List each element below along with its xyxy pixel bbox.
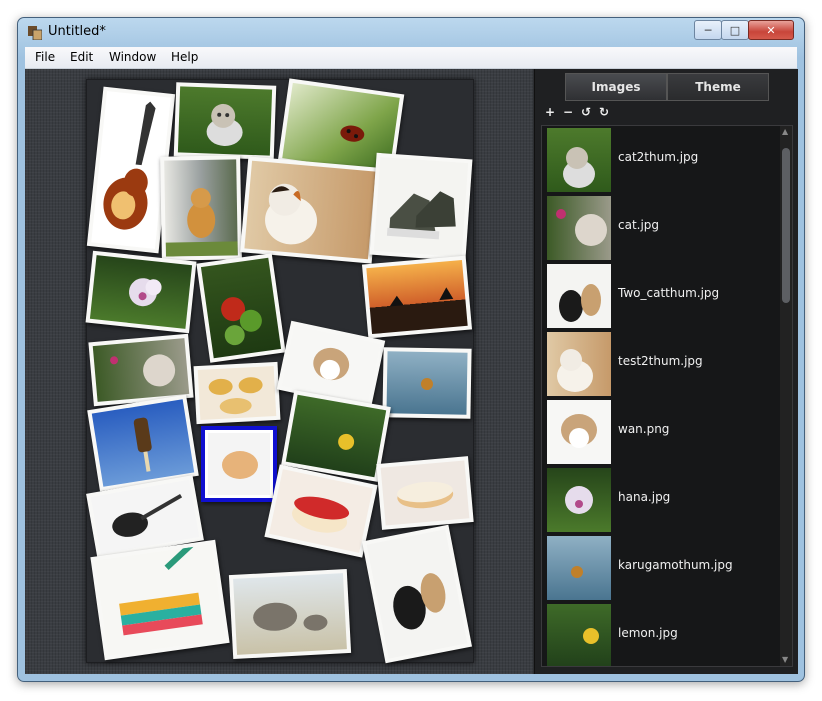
collage-canvas[interactable]: [25, 69, 533, 674]
add-image-button[interactable]: +: [543, 105, 557, 119]
window-title: Untitled*: [48, 24, 106, 39]
list-item[interactable]: wan.png: [542, 398, 776, 466]
photo-stationery[interactable]: [90, 539, 230, 661]
menu-edit[interactable]: Edit: [70, 50, 93, 64]
photo-calico-cat[interactable]: [240, 156, 380, 264]
menu-file[interactable]: File: [35, 50, 55, 64]
file-name: lemon.jpg: [618, 626, 678, 640]
file-name: wan.png: [618, 422, 670, 436]
minimize-button[interactable]: ─: [694, 20, 722, 40]
file-name: hana.jpg: [618, 490, 671, 504]
thumbnail: [547, 332, 611, 396]
list-item[interactable]: hana.jpg: [542, 466, 776, 534]
thumbnail: [547, 264, 611, 328]
menu-bar: File Edit Window Help: [25, 47, 797, 69]
side-panel: Images Theme + − ↺ ↻ cat2thum.jpg cat.jp…: [534, 69, 798, 674]
thumbnail: [547, 196, 611, 260]
list-item[interactable]: cat2thum.jpg: [542, 126, 776, 194]
list-item[interactable]: karugamothum.jpg: [542, 534, 776, 602]
photo-cat-grass[interactable]: [173, 82, 277, 160]
app-icon: [28, 26, 42, 40]
menu-help[interactable]: Help: [171, 50, 198, 64]
tab-theme[interactable]: Theme: [667, 73, 769, 101]
tab-images[interactable]: Images: [565, 73, 667, 101]
client-area: File Edit Window Help Images Theme + − ↺…: [25, 47, 798, 674]
list-item[interactable]: cat.jpg: [542, 194, 776, 262]
photo-tomatoes[interactable]: [196, 253, 286, 363]
file-name: cat2thum.jpg: [618, 150, 699, 164]
photo-two-cats[interactable]: [361, 524, 473, 664]
app-window: Untitled* ─ □ ✕ File Edit Window Help Im…: [17, 17, 805, 682]
remove-image-button[interactable]: −: [561, 105, 575, 119]
photo-cats-sunset[interactable]: [361, 255, 473, 339]
rotate-right-button[interactable]: ↻: [597, 105, 611, 119]
photo-elephants[interactable]: [228, 568, 352, 660]
menu-window[interactable]: Window: [109, 50, 156, 64]
close-button[interactable]: ✕: [748, 20, 794, 40]
file-name: karugamothum.jpg: [618, 558, 733, 572]
scroll-down-arrow-icon[interactable]: ▼: [782, 656, 790, 664]
thumbnail: [547, 536, 611, 600]
title-bar[interactable]: Untitled* ─ □ ✕: [18, 18, 804, 46]
photo-pastries[interactable]: [193, 361, 281, 425]
photo-sneakers[interactable]: [369, 152, 473, 262]
scroll-up-arrow-icon[interactable]: ▲: [782, 128, 790, 136]
photo-cat-window[interactable]: [160, 155, 242, 261]
photo-cheesecake[interactable]: [376, 456, 474, 530]
scroll-thumb[interactable]: [782, 148, 790, 303]
photo-duck-water[interactable]: [382, 347, 472, 419]
thumbnail: [547, 604, 611, 666]
list-item[interactable]: test2thum.jpg: [542, 330, 776, 398]
rotate-left-button[interactable]: ↺: [579, 105, 593, 119]
maximize-button[interactable]: □: [721, 20, 749, 40]
thumbnail: [547, 128, 611, 192]
file-name: cat.jpg: [618, 218, 660, 232]
image-list[interactable]: cat2thum.jpg cat.jpg Two_catthum.jpg tes…: [541, 125, 793, 667]
list-item[interactable]: lemon.jpg: [542, 602, 776, 666]
file-name: test2thum.jpg: [618, 354, 703, 368]
file-name: Two_catthum.jpg: [618, 286, 720, 300]
list-item[interactable]: Two_catthum.jpg: [542, 262, 776, 330]
scrollbar[interactable]: ▲ ▼: [780, 126, 792, 666]
thumbnail: [547, 468, 611, 532]
photo-piggy-bank-selected[interactable]: [201, 426, 277, 502]
collage-page[interactable]: [85, 78, 474, 664]
photo-orchid[interactable]: [85, 250, 197, 334]
thumbnail: [547, 400, 611, 464]
